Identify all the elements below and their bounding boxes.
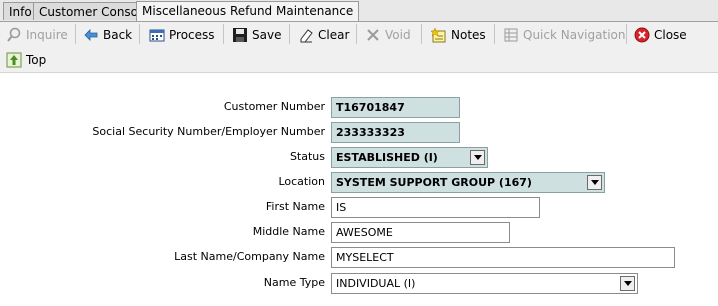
void-label: Void — [385, 28, 411, 42]
dropdown-arrow-icon[interactable] — [470, 150, 485, 165]
name-type-label: Name Type — [263, 276, 325, 289]
void-x-icon — [365, 27, 381, 43]
location-select[interactable]: SYSTEM SUPPORT GROUP (167) — [331, 172, 605, 193]
top-icon — [6, 52, 22, 68]
toolbar-divider — [139, 24, 140, 44]
status-label: Status — [289, 150, 325, 163]
name-type-select[interactable]: INDIVIDUAL (I) — [331, 273, 638, 294]
top-button[interactable]: Top — [6, 48, 46, 72]
process-label: Process — [169, 28, 215, 42]
customer-number-field: T16701847 — [331, 97, 460, 118]
clear-label: Clear — [318, 28, 350, 42]
close-icon — [634, 27, 650, 43]
tab-misc-refund-maintenance[interactable]: Miscellaneous Refund Maintenance — [136, 1, 360, 21]
save-button[interactable]: Save — [232, 23, 281, 47]
dropdown-arrow-icon[interactable] — [620, 276, 635, 291]
quick-navigation-label: Quick Navigation — [523, 28, 626, 42]
location-value: SYSTEM SUPPORT GROUP (167) — [336, 176, 532, 189]
toolbar: Inquire Back Process Save Clear Void Not… — [0, 22, 718, 73]
eraser-icon — [298, 27, 314, 43]
customer-number-label: Customer Number — [223, 100, 325, 113]
ssn-field: 233333323 — [331, 122, 460, 143]
middle-name-input[interactable]: AWESOME — [331, 222, 510, 243]
inquire-label: Inquire — [26, 28, 68, 42]
close-button[interactable]: Close — [634, 23, 687, 47]
notes-icon — [431, 27, 447, 43]
save-label: Save — [252, 28, 282, 42]
last-name-label: Last Name/Company Name — [174, 250, 325, 263]
toolbar-divider — [626, 24, 627, 44]
toolbar-divider — [223, 24, 224, 44]
toolbar-divider — [494, 24, 495, 44]
location-label: Location — [278, 175, 325, 188]
toolbar-divider — [289, 24, 290, 44]
void-button[interactable]: Void — [365, 23, 411, 47]
inquire-button[interactable]: Inquire — [6, 23, 68, 47]
top-label: Top — [26, 53, 47, 67]
tab-bar: Info Customer Console Miscellaneous Refu… — [0, 0, 718, 22]
first-name-label: First Name — [265, 200, 325, 213]
search-icon — [6, 27, 22, 43]
first-name-input[interactable]: IS — [331, 197, 540, 218]
close-label: Close — [654, 28, 687, 42]
middle-name-label: Middle Name — [252, 225, 325, 238]
tab-customer-console-label: Customer Console — [39, 5, 149, 19]
back-button[interactable]: Back — [83, 23, 132, 47]
notes-button[interactable]: Notes — [431, 23, 486, 47]
status-select[interactable]: ESTABLISHED (I) — [331, 147, 488, 168]
toolbar-divider — [421, 24, 422, 44]
quick-navigation-icon — [503, 27, 519, 43]
dropdown-arrow-icon[interactable] — [587, 175, 602, 190]
status-value: ESTABLISHED (I) — [336, 151, 438, 164]
tab-info-label: Info — [9, 5, 32, 19]
last-name-input[interactable]: MYSELECT — [331, 247, 675, 268]
notes-label: Notes — [451, 28, 486, 42]
toolbar-divider — [75, 24, 76, 44]
toolbar-divider — [356, 24, 357, 44]
clear-button[interactable]: Clear — [298, 23, 349, 47]
tab-misc-refund-label: Miscellaneous Refund Maintenance — [142, 4, 354, 18]
back-label: Back — [103, 28, 133, 42]
process-button[interactable]: Process — [149, 23, 215, 47]
back-arrow-icon — [83, 27, 99, 43]
quick-navigation-button[interactable]: Quick Navigation — [503, 23, 625, 47]
save-icon — [232, 27, 248, 43]
name-type-value: INDIVIDUAL (I) — [336, 277, 416, 290]
process-icon — [149, 27, 165, 43]
ssn-label: Social Security Number/Employer Number — [92, 125, 325, 138]
